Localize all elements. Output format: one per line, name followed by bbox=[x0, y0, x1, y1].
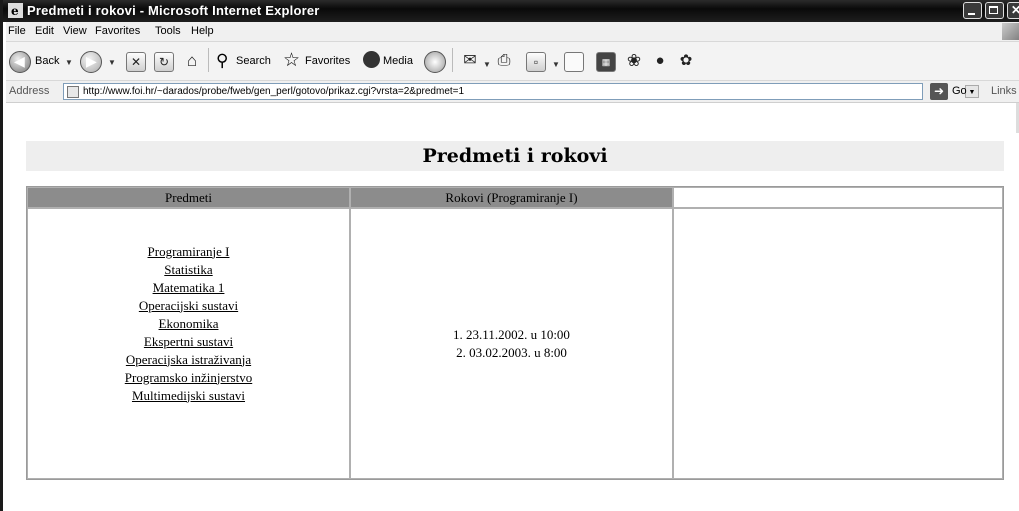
subject-link[interactable]: Programiranje I bbox=[28, 243, 349, 261]
menu-help[interactable]: Help bbox=[191, 25, 214, 37]
browser-window: e Predmeti i rokovi - Microsoft Internet… bbox=[0, 0, 1019, 511]
dates-cell: 1. 23.11.2002. u 10:00 2. 03.02.2003. u … bbox=[350, 208, 673, 479]
favorites-button[interactable]: ☆ Favorites bbox=[283, 50, 359, 74]
page-content: Predmeti i rokovi Predmeti Rokovi (Progr… bbox=[6, 103, 1019, 511]
forward-dropdown-icon[interactable]: ▼ bbox=[108, 58, 116, 67]
close-button[interactable] bbox=[1007, 2, 1019, 19]
page-title: Predmeti i rokovi bbox=[26, 141, 1004, 171]
search-icon: ⚲ bbox=[216, 51, 229, 70]
column-header-empty bbox=[673, 187, 1003, 208]
favorites-star-icon: ☆ bbox=[283, 50, 301, 71]
links-label[interactable]: Links bbox=[991, 85, 1017, 97]
back-dropdown-icon[interactable]: ▼ bbox=[65, 58, 73, 67]
menu-bar: File Edit View Favorites Tools Help bbox=[6, 22, 1019, 41]
edit-icon[interactable]: ▫ bbox=[526, 52, 546, 72]
empty-cell bbox=[673, 208, 1003, 479]
contacts-icon[interactable]: ✿ bbox=[676, 52, 696, 72]
windows-flag-icon bbox=[1002, 23, 1019, 40]
exam-date: 2. 03.02.2003. u 8:00 bbox=[456, 344, 567, 360]
search-label: Search bbox=[236, 55, 271, 67]
table-header-row: Predmeti Rokovi (Programiranje I) bbox=[27, 187, 1003, 208]
print-icon[interactable]: ⎙ bbox=[494, 52, 514, 72]
maximize-button[interactable] bbox=[985, 2, 1004, 19]
column-header-predmeti: Predmeti bbox=[27, 187, 350, 208]
menu-favorites[interactable]: Favorites bbox=[95, 25, 140, 37]
address-url: http://www.foi.hr/~darados/probe/fweb/ge… bbox=[83, 86, 465, 97]
mail-dropdown-icon[interactable]: ▼ bbox=[483, 60, 491, 69]
messenger-icon[interactable]: ▦ bbox=[596, 52, 616, 72]
subject-link[interactable]: Multimedijski sustavi bbox=[28, 387, 349, 405]
toolbar: ◀ Back ▼ ▶ ▼ ✕ ↻ ⌂ ⚲ Search ☆ Favorites … bbox=[6, 41, 1019, 81]
menu-view[interactable]: View bbox=[63, 25, 87, 37]
edit-dropdown-icon[interactable]: ▼ bbox=[552, 60, 560, 69]
search-button[interactable]: ⚲ Search bbox=[216, 50, 278, 74]
subjects-cell: Programiranje I Statistika Matematika 1 … bbox=[27, 208, 350, 479]
history-icon[interactable] bbox=[424, 51, 446, 73]
subject-link[interactable]: Programsko inžinjerstvo bbox=[28, 369, 349, 387]
address-bar: Address http://www.foi.hr/~darados/probe… bbox=[6, 81, 1019, 103]
table-row: Programiranje I Statistika Matematika 1 … bbox=[27, 208, 1003, 479]
ie-icon: e bbox=[8, 3, 23, 18]
menu-edit[interactable]: Edit bbox=[35, 25, 54, 37]
exam-date: 1. 23.11.2002. u 10:00 bbox=[453, 326, 570, 342]
discuss-icon[interactable] bbox=[564, 52, 584, 72]
back-button[interactable]: ◀ Back ▼ bbox=[9, 50, 73, 74]
column-header-rokovi: Rokovi (Programiranje I) bbox=[350, 187, 673, 208]
subject-link[interactable]: Ekonomika bbox=[28, 315, 349, 333]
subject-link[interactable]: Operacijska istraživanja bbox=[28, 351, 349, 369]
favorites-label: Favorites bbox=[305, 55, 351, 67]
toolbar-separator bbox=[208, 48, 209, 72]
window-title: Predmeti i rokovi - Microsoft Internet E… bbox=[27, 3, 320, 18]
media-icon bbox=[363, 51, 380, 68]
toolbar-separator bbox=[452, 48, 453, 72]
refresh-icon[interactable]: ↻ bbox=[154, 52, 174, 72]
mail-icon[interactable]: ✉ bbox=[460, 52, 480, 72]
forward-button[interactable]: ▶ ▼ bbox=[80, 50, 120, 74]
subject-link[interactable]: Operacijski sustavi bbox=[28, 297, 349, 315]
subject-link[interactable]: Matematika 1 bbox=[28, 279, 349, 297]
svg-text:e: e bbox=[11, 4, 19, 18]
back-label: Back bbox=[35, 55, 60, 67]
minimize-button[interactable] bbox=[963, 2, 982, 19]
flower-icon[interactable]: ❀ bbox=[624, 52, 644, 72]
forward-arrow-icon: ▶ bbox=[80, 51, 102, 73]
stop-icon[interactable]: ✕ bbox=[126, 52, 146, 72]
subjects-table: Predmeti Rokovi (Programiranje I) Progra… bbox=[26, 186, 1004, 480]
address-input[interactable]: http://www.foi.hr/~darados/probe/fweb/ge… bbox=[63, 83, 979, 100]
subject-link[interactable]: Statistika bbox=[28, 261, 349, 279]
address-label: Address bbox=[9, 85, 50, 97]
media-label: Media bbox=[383, 55, 413, 67]
go-arrow-icon[interactable]: ➜ bbox=[930, 83, 948, 100]
media-button[interactable]: Media bbox=[363, 50, 421, 74]
menu-tools[interactable]: Tools bbox=[155, 25, 181, 37]
go-button[interactable]: Go bbox=[952, 85, 967, 97]
date-list: 1. 23.11.2002. u 10:00 2. 03.02.2003. u … bbox=[351, 326, 672, 362]
page-icon bbox=[67, 86, 79, 98]
back-arrow-icon: ◀ bbox=[9, 51, 31, 73]
subject-link[interactable]: Ekspertni sustavi bbox=[28, 333, 349, 351]
subject-list: Programiranje I Statistika Matematika 1 … bbox=[28, 243, 349, 405]
address-dropdown-icon[interactable]: ▼ bbox=[965, 85, 979, 98]
chat-icon[interactable]: ● bbox=[650, 52, 670, 72]
home-icon[interactable]: ⌂ bbox=[182, 52, 202, 72]
menu-file[interactable]: File bbox=[8, 25, 26, 37]
title-bar[interactable]: e Predmeti i rokovi - Microsoft Internet… bbox=[3, 0, 1019, 22]
